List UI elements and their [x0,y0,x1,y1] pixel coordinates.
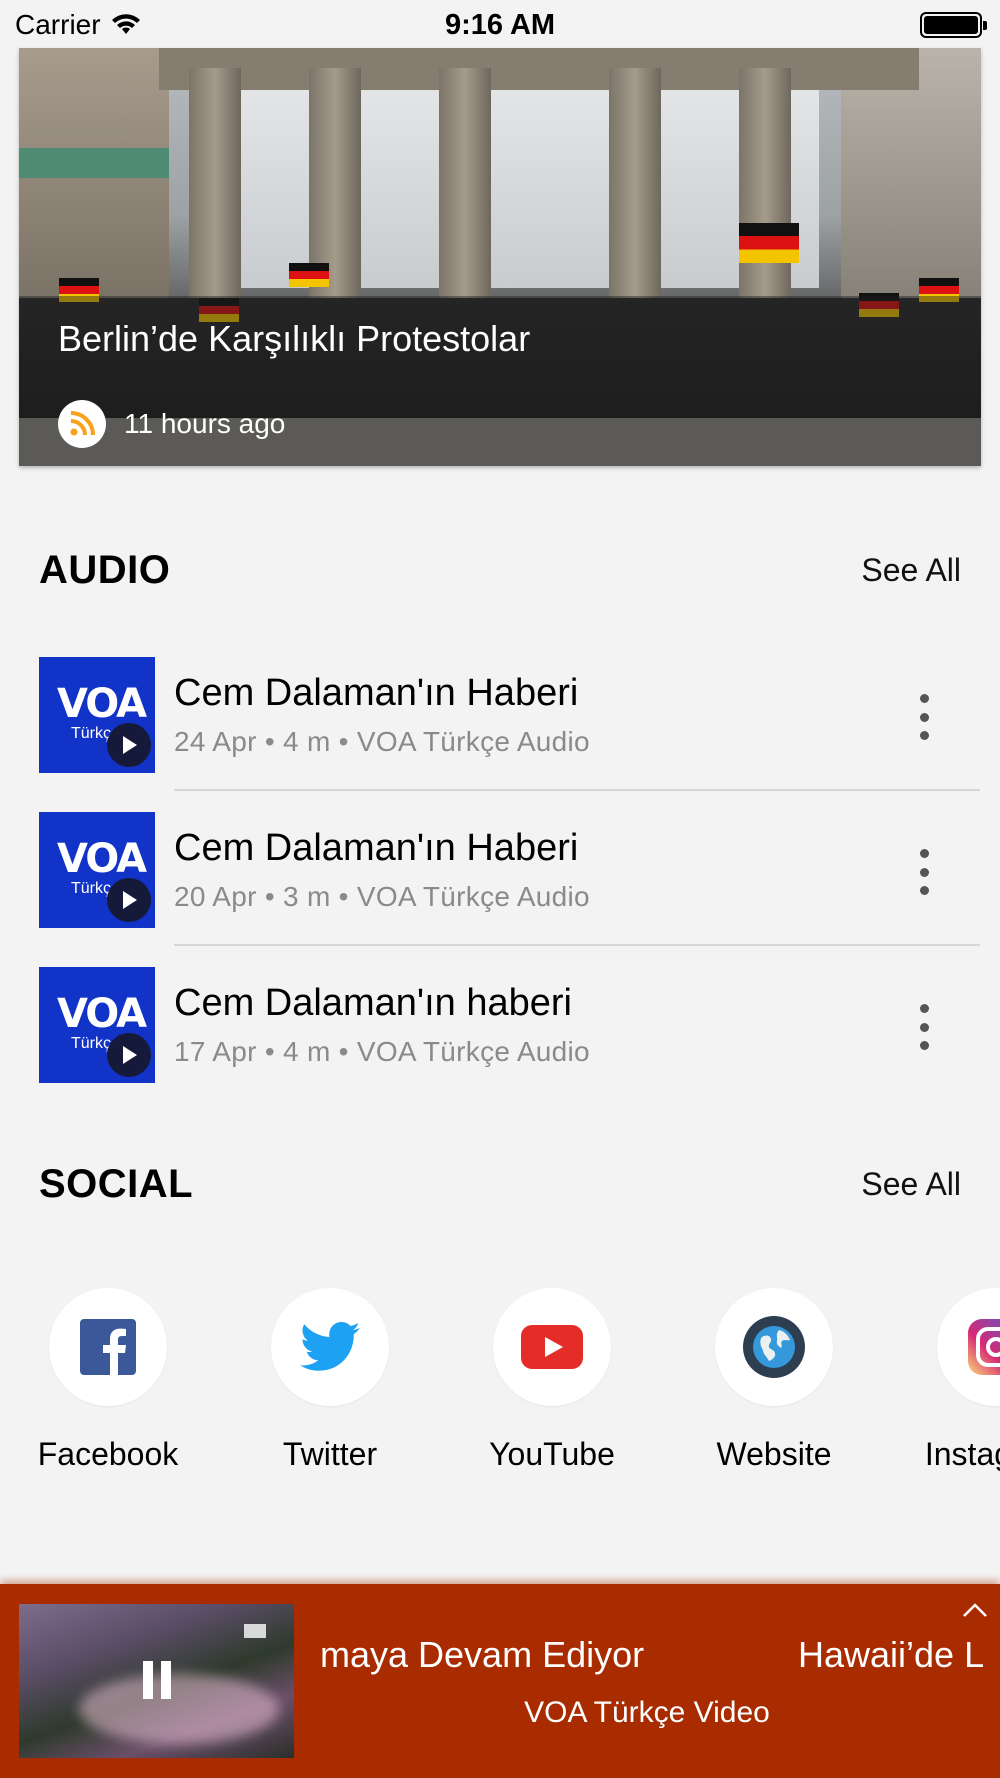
play-icon[interactable] [107,723,151,767]
voa-logo-text: VOA [57,681,147,727]
instagram-icon [968,1319,1000,1375]
audio-section-header: AUDIO See All [39,548,961,593]
audio-item-meta: 24 Apr • 4 m • VOA Türkçe Audio [174,726,590,757]
social-item-label: Facebook [37,1436,179,1472]
divider [174,789,980,791]
mini-player[interactable]: maya Devam Ediyor Hawaii’de L VOA Türkçe… [0,1584,1000,1778]
hero-article-card[interactable]: Berlin’de Karşılıklı Protestolar 11 hour… [19,48,981,466]
rss-icon [58,400,106,448]
voa-logo-text: VOA [57,991,147,1037]
audio-item-title: Cem Dalaman'ın Haberi [174,672,579,714]
audio-item-title: Cem Dalaman'ın Haberi [174,827,579,869]
audio-item[interactable]: VOA Türkçe Cem Dalaman'ın haberi 17 Apr … [0,958,1000,1113]
mini-player-title: maya Devam Ediyor [320,1634,645,1675]
more-options-icon[interactable] [904,692,944,742]
social-item-website[interactable]: Website [674,1288,874,1473]
audio-item[interactable]: VOA Türkçe Cem Dalaman'ın Haberi 20 Apr … [0,803,1000,958]
audio-section-title: AUDIO [39,548,171,592]
globe-icon [743,1316,805,1378]
mini-player-thumbnail[interactable] [19,1604,294,1758]
more-options-icon[interactable] [904,847,944,897]
social-item-label: Instagram [924,1436,1000,1472]
hero-meta: 11 hours ago [58,400,285,448]
status-bar: Carrier 9:16 AM [0,0,1000,48]
hero-timestamp: 11 hours ago [124,408,286,439]
audio-see-all-link[interactable]: See All [861,552,961,589]
social-section-header: SOCIAL See All [39,1162,961,1207]
voa-thumbnail: VOA Türkçe [39,657,155,773]
twitter-icon [300,1322,360,1371]
social-item-youtube[interactable]: YouTube [452,1288,652,1473]
hero-title[interactable]: Berlin’de Karşılıklı Protestolar [58,318,530,360]
social-item-label: YouTube [489,1436,615,1472]
audio-item[interactable]: VOA Türkçe Cem Dalaman'ın Haberi 24 Apr … [0,648,1000,803]
audio-item-meta: 17 Apr • 4 m • VOA Türkçe Audio [174,1036,590,1067]
social-item-twitter[interactable]: Twitter [230,1288,430,1473]
social-item-instagram[interactable]: Instagram [896,1288,1000,1473]
social-section-title: SOCIAL [39,1162,194,1206]
play-icon[interactable] [107,878,151,922]
divider [174,944,980,946]
pause-icon[interactable] [143,1661,171,1699]
voa-logo-text: VOA [57,836,147,882]
more-options-icon[interactable] [904,1002,944,1052]
mini-player-subtitle: VOA Türkçe Video [524,1696,770,1729]
chevron-up-icon[interactable] [962,1602,988,1618]
mini-player-next-title: Hawaii’de L [798,1634,985,1675]
status-time: 9:16 AM [444,9,556,41]
voa-thumbnail: VOA Türkçe [39,812,155,928]
voa-thumbnail: VOA Türkçe [39,967,155,1083]
social-item-facebook[interactable]: Facebook [8,1288,208,1473]
play-icon[interactable] [107,1033,151,1077]
audio-item-meta: 20 Apr • 3 m • VOA Türkçe Audio [174,881,590,912]
social-item-label: Twitter [282,1436,378,1472]
social-item-label: Website [716,1436,832,1472]
audio-list: VOA Türkçe Cem Dalaman'ın Haberi 24 Apr … [0,648,1000,1113]
social-carousel[interactable]: Facebook Twitter YouTube Website Insta [0,1288,1000,1488]
mini-player-title-marquee: maya Devam Ediyor Hawaii’de L [294,1634,1000,1684]
youtube-icon [521,1325,583,1369]
battery-icon [920,12,987,38]
audio-item-title: Cem Dalaman'ın haberi [174,982,572,1024]
social-see-all-link[interactable]: See All [861,1166,961,1203]
facebook-icon [80,1319,136,1375]
